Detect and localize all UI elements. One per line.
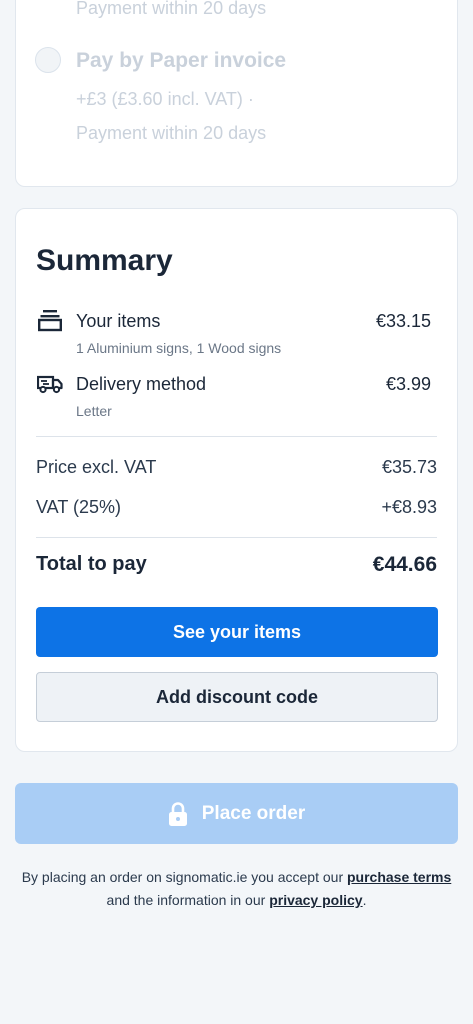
- terms-notice: By placing an order on signomatic.ie you…: [0, 866, 473, 912]
- paper-invoice-price: +£3 (£3.60 incl. VAT) ·: [76, 89, 254, 109]
- payment-options-card: Payment within 20 days Pay by Paper invo…: [15, 0, 458, 187]
- your-items-detail: 1 Aluminium signs, 1 Wood signs: [76, 340, 282, 356]
- total-label: Total to pay: [36, 553, 147, 575]
- terms-middle: and the information in our: [106, 892, 266, 908]
- price-excl-vat-value: €35.73: [381, 457, 437, 477]
- divider: [36, 436, 437, 437]
- your-items-amount: €33.15: [375, 311, 431, 331]
- place-order-button[interactable]: Place order: [15, 783, 458, 844]
- delivery-method-detail: Letter: [76, 403, 112, 419]
- paper-invoice-radio[interactable]: [35, 47, 61, 73]
- paper-invoice-title[interactable]: Pay by Paper invoice: [76, 49, 286, 73]
- lock-icon: [168, 801, 187, 826]
- price-excl-vat-label: Price excl. VAT: [36, 457, 157, 477]
- add-discount-code-button[interactable]: Add discount code: [36, 672, 438, 722]
- previous-option-terms: Payment within 20 days: [76, 0, 267, 18]
- summary-card: Summary Your items €33.15 1 Aluminium si…: [15, 208, 458, 752]
- stack-icon: [38, 310, 63, 332]
- place-order-label: Place order: [201, 802, 306, 824]
- paper-invoice-terms: Payment within 20 days: [76, 123, 267, 143]
- terms-suffix: .: [362, 892, 367, 908]
- your-items-label: Your items: [76, 311, 161, 331]
- privacy-policy-link[interactable]: privacy policy: [269, 892, 362, 908]
- vat-value: +€8.93: [381, 497, 437, 517]
- vat-label: VAT (25%): [36, 497, 122, 517]
- total-value: €44.66: [372, 553, 437, 576]
- truck-icon: [37, 375, 63, 394]
- terms-prefix: By placing an order on signomatic.ie you…: [21, 869, 344, 885]
- divider: [36, 537, 437, 538]
- summary-title: Summary: [36, 244, 173, 277]
- purchase-terms-link[interactable]: purchase terms: [347, 869, 451, 885]
- see-your-items-button[interactable]: See your items: [36, 607, 438, 657]
- delivery-method-amount: €3.99: [385, 374, 431, 394]
- delivery-method-label: Delivery method: [76, 374, 207, 394]
